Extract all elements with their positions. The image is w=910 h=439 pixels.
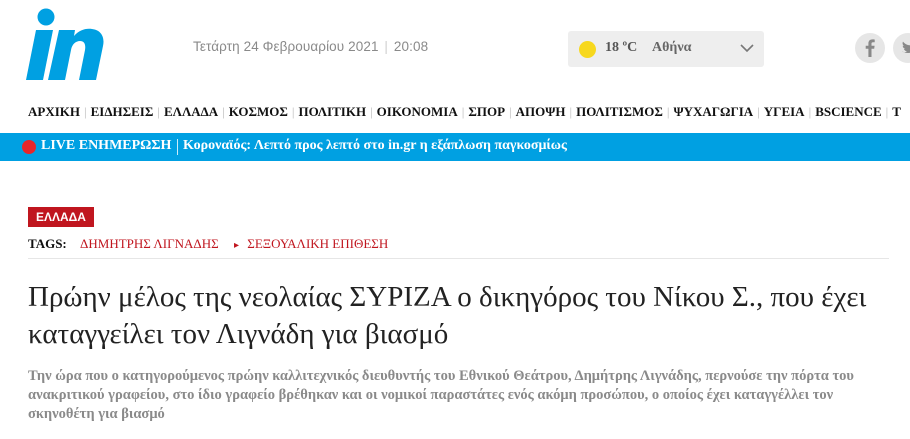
- weather-widget[interactable]: 18 ºC Αθήνα: [568, 31, 764, 67]
- twitter-icon[interactable]: [893, 33, 910, 63]
- tags-row: TAGS: ΔΗΜΗΤΡΗΣ ΛΙΓΝΑΔΗΣ ▸ ΣΕΞΟΥΑΛΙΚΗ ΕΠΙ…: [28, 236, 388, 252]
- category-badge[interactable]: ΕΛΛΑΔΑ: [28, 207, 94, 227]
- date-time: Τετάρτη 24 Φεβρουαρίου 2021 | 20:08: [193, 39, 429, 54]
- divider: [28, 258, 889, 259]
- nav-item-greece[interactable]: ΕΛΛΑΔΑ: [164, 104, 218, 119]
- tags-label: TAGS:: [28, 236, 67, 251]
- current-time: 20:08: [393, 39, 429, 54]
- nav-item-entertainment[interactable]: ΨΥΧΑΓΩΓΙΑ: [673, 104, 753, 119]
- live-divider: [177, 139, 178, 155]
- current-date: Τετάρτη 24 Φεβρουαρίου 2021: [193, 39, 379, 54]
- facebook-icon[interactable]: [855, 33, 885, 63]
- tag-link[interactable]: ΔΗΜΗΤΡΗΣ ΛΙΓΝΑΔΗΣ: [80, 236, 219, 251]
- nav-item-economy[interactable]: ΟΙΚΟΝΟΜΙΑ: [377, 104, 458, 119]
- main-nav: ΑΡΧΙΚΗ | ΕΙΔΗΣΕΙΣ | ΕΛΛΑΔΑ | ΚΟΣΜΟΣ | ΠΟΛΙΤΙΚΗ | Ο…: [28, 104, 901, 119]
- nav-item-sport[interactable]: ΣΠΟΡ: [468, 104, 505, 119]
- nav-item-bscience[interactable]: BSCIENCE: [815, 104, 881, 119]
- nav-item-world[interactable]: ΚΟΣΜΟΣ: [229, 104, 288, 119]
- weather-temperature: 18 ºC: [605, 40, 638, 55]
- live-dot-icon: [22, 140, 36, 154]
- nav-item-home[interactable]: ΑΡΧΙΚΗ: [28, 104, 80, 119]
- article-lede: Την ώρα που ο κατηγορούμενος πρώην καλλι…: [28, 368, 854, 422]
- nav-item-opinion[interactable]: ΑΠΟΨΗ: [516, 104, 566, 119]
- nav-item-politics[interactable]: ΠΟΛΙΤΙΚΗ: [298, 104, 366, 119]
- nav-item-health[interactable]: ΥΓΕΙΑ: [764, 104, 805, 119]
- sun-icon: [579, 41, 596, 58]
- nav-item-more[interactable]: T: [892, 104, 901, 119]
- weather-city: Αθήνα: [652, 40, 692, 55]
- chevron-right-icon: ▸: [233, 240, 240, 251]
- article-headline: Πρώην μέλος της νεολαίας ΣΥΡΙΖΑ ο δικηγό…: [28, 281, 867, 350]
- live-label: LIVE ΕΝΗΜΕΡΩΣΗ: [41, 138, 172, 153]
- live-update-bar[interactable]: LIVE ΕΝΗΜΕΡΩΣΗ Κοροναϊός: Λεπτό προς λεπ…: [0, 133, 910, 161]
- chevron-down-icon[interactable]: [738, 39, 756, 57]
- live-headline-link[interactable]: Κοροναϊός: Λεπτό προς λεπτό στο in.gr η …: [183, 138, 567, 154]
- nav-item-culture[interactable]: ΠΟΛΙΤΙΣΜΟΣ: [576, 104, 663, 119]
- nav-item-news[interactable]: ΕΙΔΗΣΕΙΣ: [91, 104, 154, 119]
- site-logo[interactable]: [26, 8, 104, 80]
- tag-link[interactable]: ΣΕΞΟΥΑΛΙΚΗ ΕΠΙΘΕΣΗ: [247, 236, 388, 251]
